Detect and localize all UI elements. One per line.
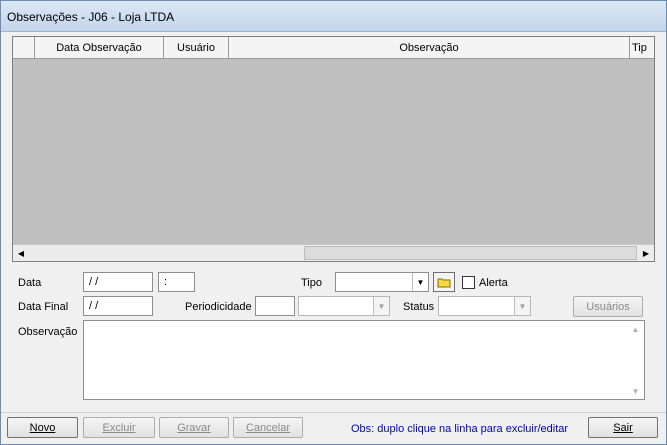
gravar-button-label: Gravar [177, 421, 211, 434]
column-header-data-observacao[interactable]: Data Observação [35, 37, 164, 59]
window-title: Observações - J06 - Loja LTDA [7, 10, 175, 24]
observations-grid[interactable]: Data Observação Usuário Observação Tip ◀… [12, 36, 655, 262]
status-select[interactable]: ▼ [438, 296, 531, 316]
chevron-up-icon[interactable]: ▲ [627, 322, 644, 336]
observacoes-window: Observações - J06 - Loja LTDA Data Obser… [0, 0, 667, 445]
chevron-down-icon[interactable]: ▼ [373, 297, 389, 315]
observacao-label: Observação [18, 326, 78, 338]
periodicidade-unit-select[interactable]: ▼ [298, 296, 390, 316]
column-header-tipo[interactable]: Tip [630, 37, 654, 59]
folder-icon [437, 278, 451, 287]
horizontal-scrollbar[interactable]: ◀ ▶ [13, 244, 654, 261]
arrow-right-icon[interactable]: ▶ [638, 245, 654, 261]
sair-button[interactable]: Sair [588, 417, 658, 438]
folder-button[interactable] [433, 272, 455, 292]
column-header-usuario[interactable]: Usuário [164, 37, 229, 59]
chevron-down-icon[interactable]: ▼ [412, 273, 428, 291]
row-selector-header [13, 37, 35, 59]
grid-header: Data Observação Usuário Observação Tip [13, 37, 654, 59]
periodicidade-field[interactable] [255, 296, 295, 316]
alerta-checkbox[interactable] [462, 276, 475, 289]
data-final-label: Data Final [18, 301, 69, 313]
vertical-scrollbar[interactable]: ▲ ▼ [627, 321, 644, 399]
observacao-textarea[interactable]: ▲ ▼ [83, 320, 645, 400]
scrollbar-thumb[interactable] [304, 246, 637, 260]
novo-button[interactable]: Novo [7, 417, 78, 438]
title-bar[interactable]: Observações - J06 - Loja LTDA [1, 1, 666, 32]
grid-body[interactable] [13, 60, 654, 244]
usuarios-button[interactable]: Usuários [573, 296, 643, 317]
data-label: Data [18, 277, 42, 289]
chevron-down-icon[interactable]: ▼ [514, 297, 530, 315]
hora-field[interactable]: : [158, 272, 195, 292]
gravar-button[interactable]: Gravar [159, 417, 229, 438]
periodicidade-label: Periodicidade [185, 301, 252, 313]
arrow-left-icon[interactable]: ◀ [13, 245, 29, 261]
excluir-button-label: Excluir [102, 421, 136, 434]
chevron-down-icon[interactable]: ▼ [627, 384, 644, 398]
sair-button-label: Sair [613, 421, 633, 434]
data-final-field[interactable]: / / [83, 296, 153, 316]
cancelar-button[interactable]: Cancelar [233, 417, 303, 438]
cancelar-button-label: Cancelar [245, 421, 291, 434]
novo-button-label: Novo [29, 421, 56, 434]
tipo-label: Tipo [301, 277, 322, 289]
alerta-label: Alerta [479, 277, 508, 289]
column-header-observacao[interactable]: Observação [229, 37, 630, 59]
tipo-select[interactable]: ▼ [335, 272, 429, 292]
excluir-button[interactable]: Excluir [83, 417, 155, 438]
status-label: Status [403, 301, 435, 313]
footer-note: Obs: duplo clique na linha para excluir/… [351, 423, 569, 435]
data-field[interactable]: / / [83, 272, 153, 292]
